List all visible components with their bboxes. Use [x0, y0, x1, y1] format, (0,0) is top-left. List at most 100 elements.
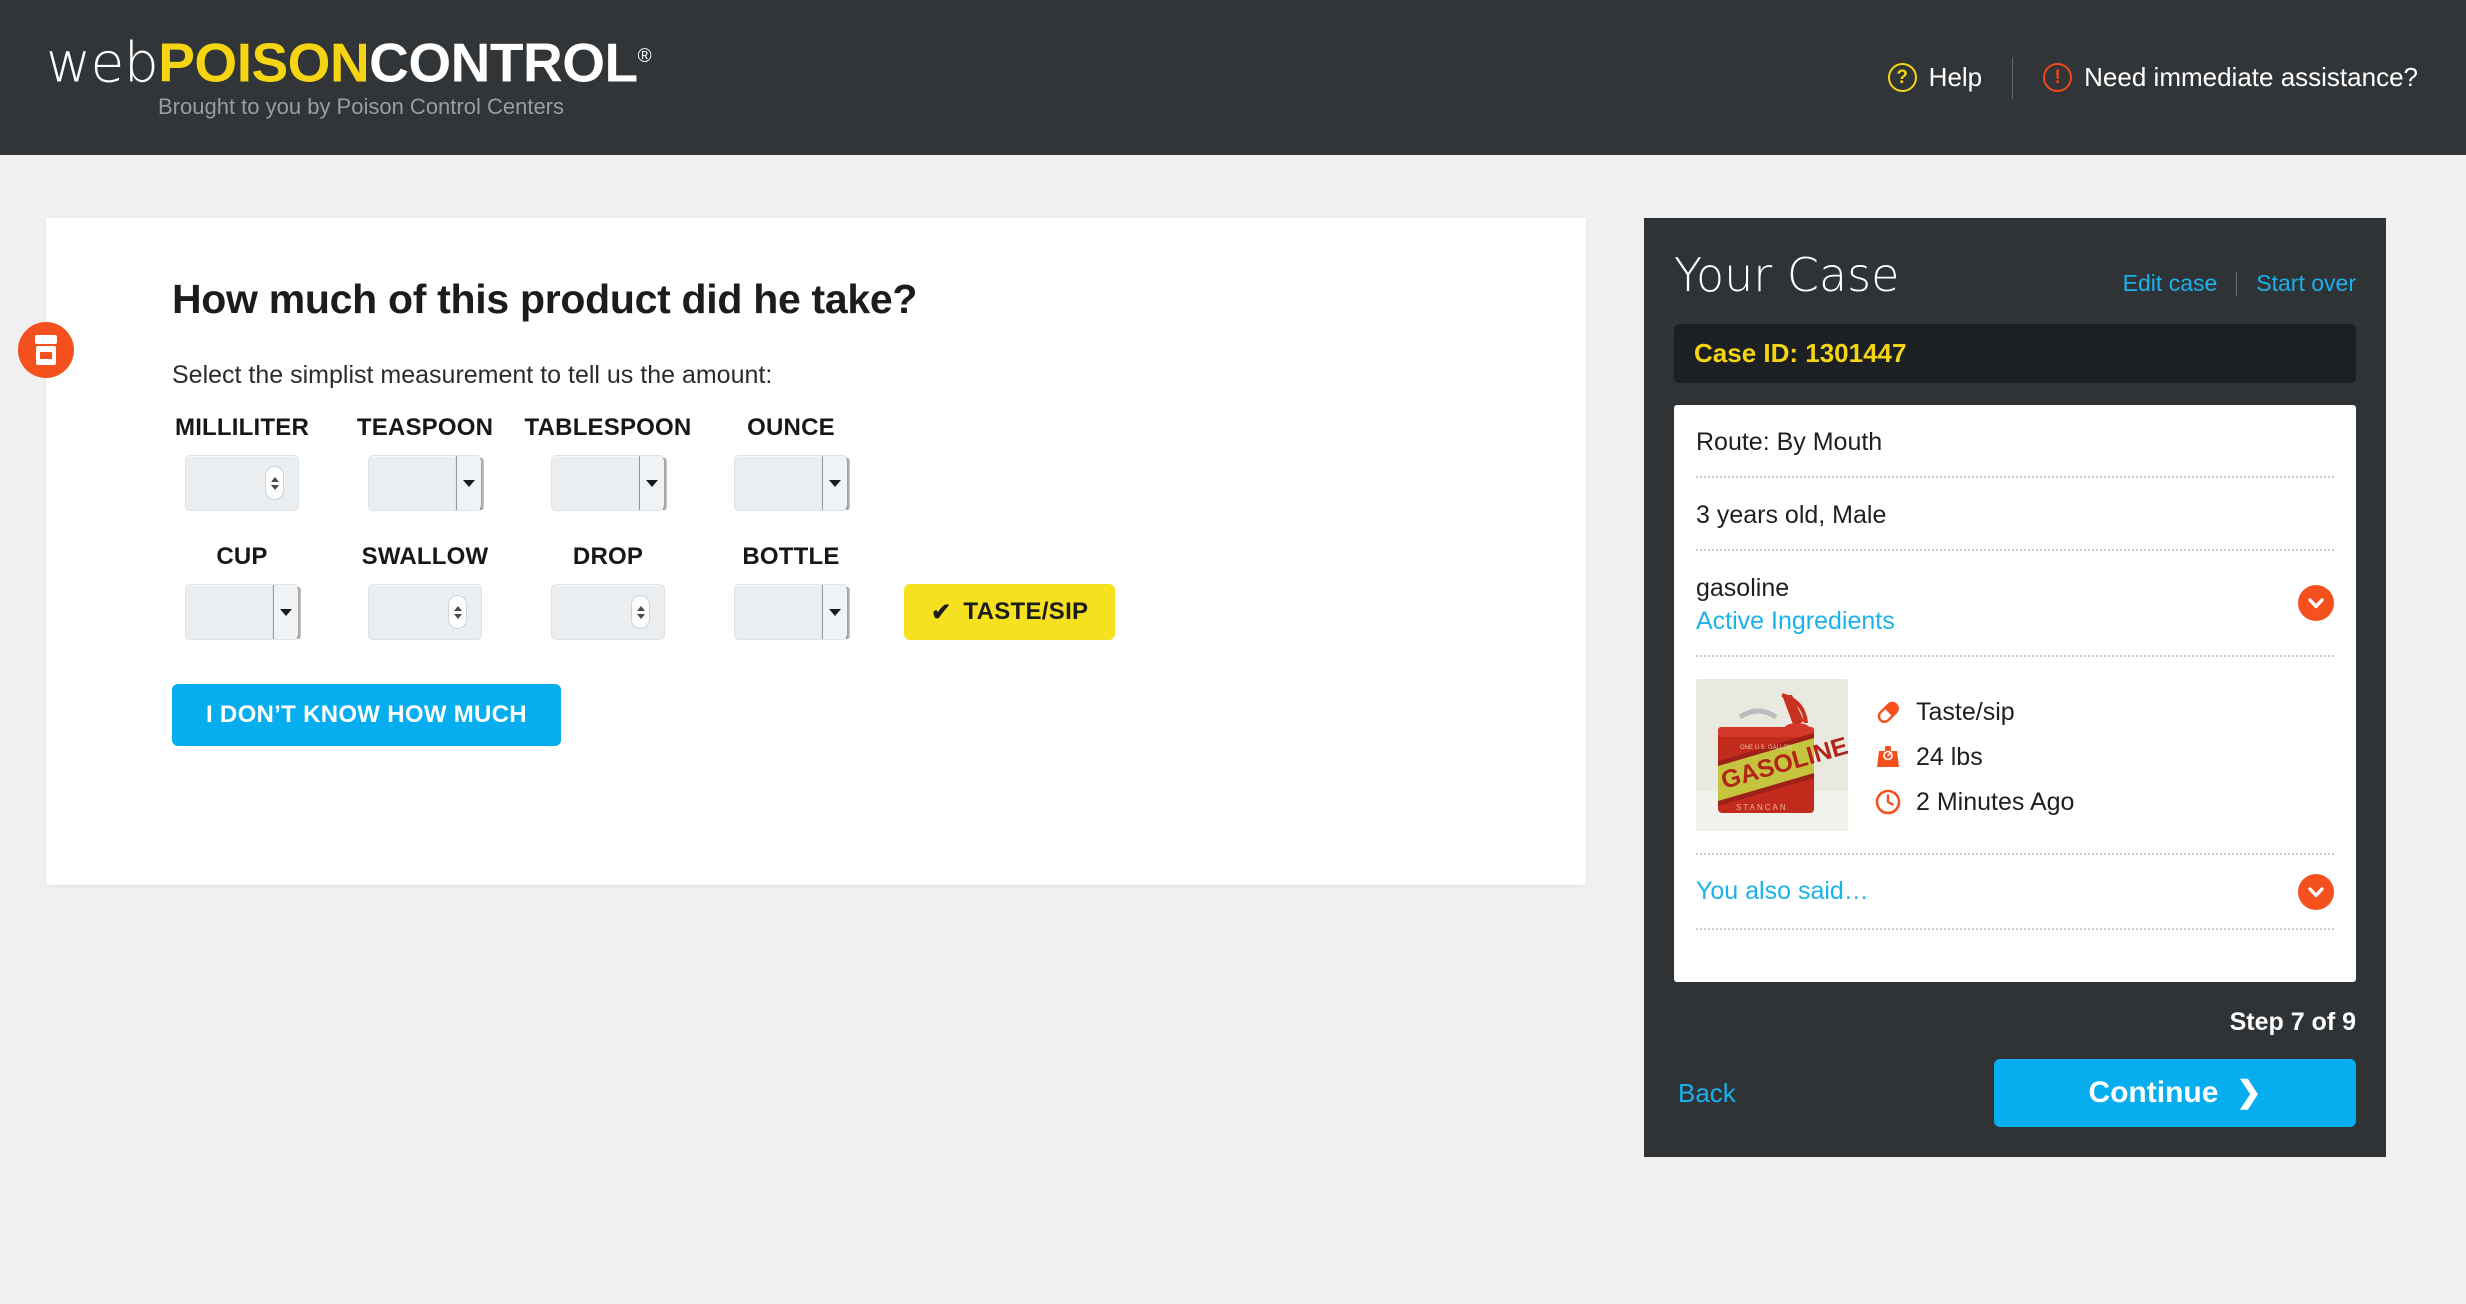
- stepper-drop[interactable]: [631, 595, 650, 629]
- continue-button[interactable]: Continue ❯: [1994, 1059, 2356, 1127]
- measurement-row-1: MILLILITER TEASPOON TABLESPOON OUNCE: [172, 414, 1586, 511]
- medicine-bottle-icon: [18, 322, 74, 378]
- case-product-row: gasoline Active Ingredients: [1696, 551, 2334, 657]
- immediate-assistance-link[interactable]: ! Need immediate assistance?: [2043, 62, 2418, 93]
- case-id-badge: Case ID: 1301447: [1674, 324, 2356, 383]
- expand-also-said-chevron-down-icon[interactable]: [2298, 873, 2334, 910]
- svg-text:STANCAN: STANCAN: [1736, 803, 1788, 812]
- question-circle-icon: ?: [1887, 63, 1917, 92]
- chevron-down-icon[interactable]: [638, 456, 664, 510]
- header-actions: ? Help ! Need immediate assistance?: [1887, 0, 2418, 155]
- taste-sip-label: TASTE/SIP: [963, 598, 1089, 625]
- svg-text:ONE U.S. GALLON: ONE U.S. GALLON: [1740, 745, 1792, 751]
- pill-icon: [1877, 701, 1899, 723]
- clock-icon: [1875, 789, 1901, 815]
- help-link[interactable]: ? Help: [1887, 62, 1983, 93]
- case-patient-row: 3 years old, Male: [1696, 478, 2334, 551]
- brand-poison-text: POISON: [158, 31, 370, 94]
- field-drop: DROP: [538, 543, 678, 640]
- detail-time: 2 Minutes Ago: [1874, 788, 2074, 817]
- exclamation-circle-icon: !: [2043, 63, 2073, 92]
- case-patient-text: 3 years old, Male: [1696, 501, 1887, 529]
- chevron-down-icon[interactable]: [821, 585, 847, 639]
- scale-icon: [1877, 746, 1899, 767]
- brand-control-text: CONTROL: [369, 31, 638, 94]
- continue-label: Continue: [2088, 1076, 2219, 1109]
- detail-weight-text: 24 lbs: [1916, 742, 1983, 771]
- field-ounce: OUNCE: [721, 414, 861, 511]
- case-product-name: gasoline: [1696, 574, 1790, 602]
- brand-web-text: web: [46, 30, 159, 95]
- check-icon: ✔: [931, 598, 952, 626]
- chevron-down-icon[interactable]: [636, 613, 645, 619]
- back-link[interactable]: Back: [1674, 1078, 1736, 1109]
- you-also-said-row: You also said…: [1696, 855, 2334, 930]
- label-cup: CUP: [216, 543, 268, 570]
- case-header: Your Case Edit case Start over: [1674, 252, 2356, 298]
- case-footer: Back Continue ❯: [1674, 1059, 2356, 1127]
- question-card: How much of this product did he take? Se…: [18, 218, 1586, 885]
- select-tablespoon[interactable]: [551, 455, 667, 511]
- detail-amount-text: Taste/sip: [1916, 697, 2015, 726]
- edit-case-link[interactable]: Edit case: [2123, 270, 2218, 297]
- taste-sip-button[interactable]: ✔ TASTE/SIP: [904, 584, 1116, 640]
- case-summary-card: Route: By Mouth 3 years old, Male gasoli…: [1674, 405, 2356, 982]
- label-bottle: BOTTLE: [742, 543, 840, 570]
- active-ingredients-link[interactable]: Active Ingredients: [1696, 607, 2334, 636]
- chevron-down-icon[interactable]: [272, 585, 298, 639]
- chevron-up-icon[interactable]: [453, 605, 462, 611]
- header-divider: [2012, 56, 2014, 99]
- field-bottle: BOTTLE: [721, 543, 861, 640]
- label-teaspoon: TEASPOON: [356, 414, 494, 441]
- select-cup[interactable]: [185, 584, 301, 640]
- brand-logo[interactable]: webPOISONCONTROL® Brought to you by Pois…: [46, 28, 652, 120]
- input-milliliter[interactable]: [185, 455, 299, 511]
- case-panel-title: Your Case: [1674, 248, 1900, 302]
- stepper-swallow[interactable]: [448, 595, 467, 629]
- case-route-row: Route: By Mouth: [1696, 405, 2334, 478]
- label-tablespoon: TABLESPOON: [524, 414, 692, 441]
- field-tablespoon: TABLESPOON: [525, 414, 691, 511]
- registered-mark: ®: [637, 46, 652, 67]
- label-milliliter: MILLILITER: [175, 414, 309, 441]
- detail-time-text: 2 Minutes Ago: [1916, 787, 2075, 816]
- your-case-panel: Your Case Edit case Start over Case ID: …: [1644, 218, 2386, 1157]
- dont-know-how-much-button[interactable]: I DON’T KNOW HOW MUCH: [172, 684, 561, 746]
- question-subtitle: Select the simplist measurement to tell …: [172, 361, 773, 389]
- you-also-said-link[interactable]: You also said…: [1696, 877, 1869, 905]
- case-detail-list: Taste/sip 24 lbs 2 Minutes Ago: [1874, 679, 2074, 831]
- label-swallow: SWALLOW: [361, 543, 489, 570]
- brand-title: webPOISONCONTROL®: [46, 28, 652, 95]
- label-drop: DROP: [572, 543, 644, 570]
- page-title: How much of this product did he take?: [172, 276, 918, 322]
- detail-amount: Taste/sip: [1874, 698, 2074, 727]
- chevron-down-icon[interactable]: [453, 613, 462, 619]
- input-drop[interactable]: [551, 584, 665, 640]
- expand-product-chevron-down-icon[interactable]: [2298, 585, 2334, 621]
- stepper-milliliter[interactable]: [265, 466, 284, 500]
- chevron-right-icon: ❯: [2236, 1076, 2262, 1109]
- field-milliliter: MILLILITER: [172, 414, 312, 511]
- chevron-down-icon[interactable]: [821, 456, 847, 510]
- product-photo: GASOLINE ONE U.S. GALLON STANCAN: [1696, 679, 1848, 831]
- case-card-spacer: [1696, 930, 2334, 982]
- chevron-up-icon[interactable]: [270, 476, 279, 482]
- help-label: Help: [1928, 62, 1983, 92]
- chevron-up-icon[interactable]: [636, 605, 645, 611]
- select-ounce[interactable]: [734, 455, 850, 511]
- measurement-row-2: CUP SWALLOW DROP BOTTLE ✔ TASTE/SIP: [172, 543, 1586, 640]
- select-teaspoon[interactable]: [368, 455, 484, 511]
- case-route-text: Route: By Mouth: [1696, 428, 1883, 456]
- label-ounce: OUNCE: [747, 414, 835, 441]
- page-body: How much of this product did he take? Se…: [0, 155, 2466, 1304]
- case-header-links: Edit case Start over: [2123, 270, 2356, 297]
- select-bottle[interactable]: [734, 584, 850, 640]
- site-header: webPOISONCONTROL® Brought to you by Pois…: [0, 0, 2466, 155]
- chevron-down-icon[interactable]: [270, 484, 279, 490]
- field-cup: CUP: [172, 543, 312, 640]
- chevron-down-icon[interactable]: [455, 456, 481, 510]
- start-over-link[interactable]: Start over: [2256, 270, 2356, 297]
- detail-weight: 24 lbs: [1874, 743, 2074, 772]
- step-indicator: Step 7 of 9: [2229, 1008, 2356, 1036]
- input-swallow[interactable]: [368, 584, 482, 640]
